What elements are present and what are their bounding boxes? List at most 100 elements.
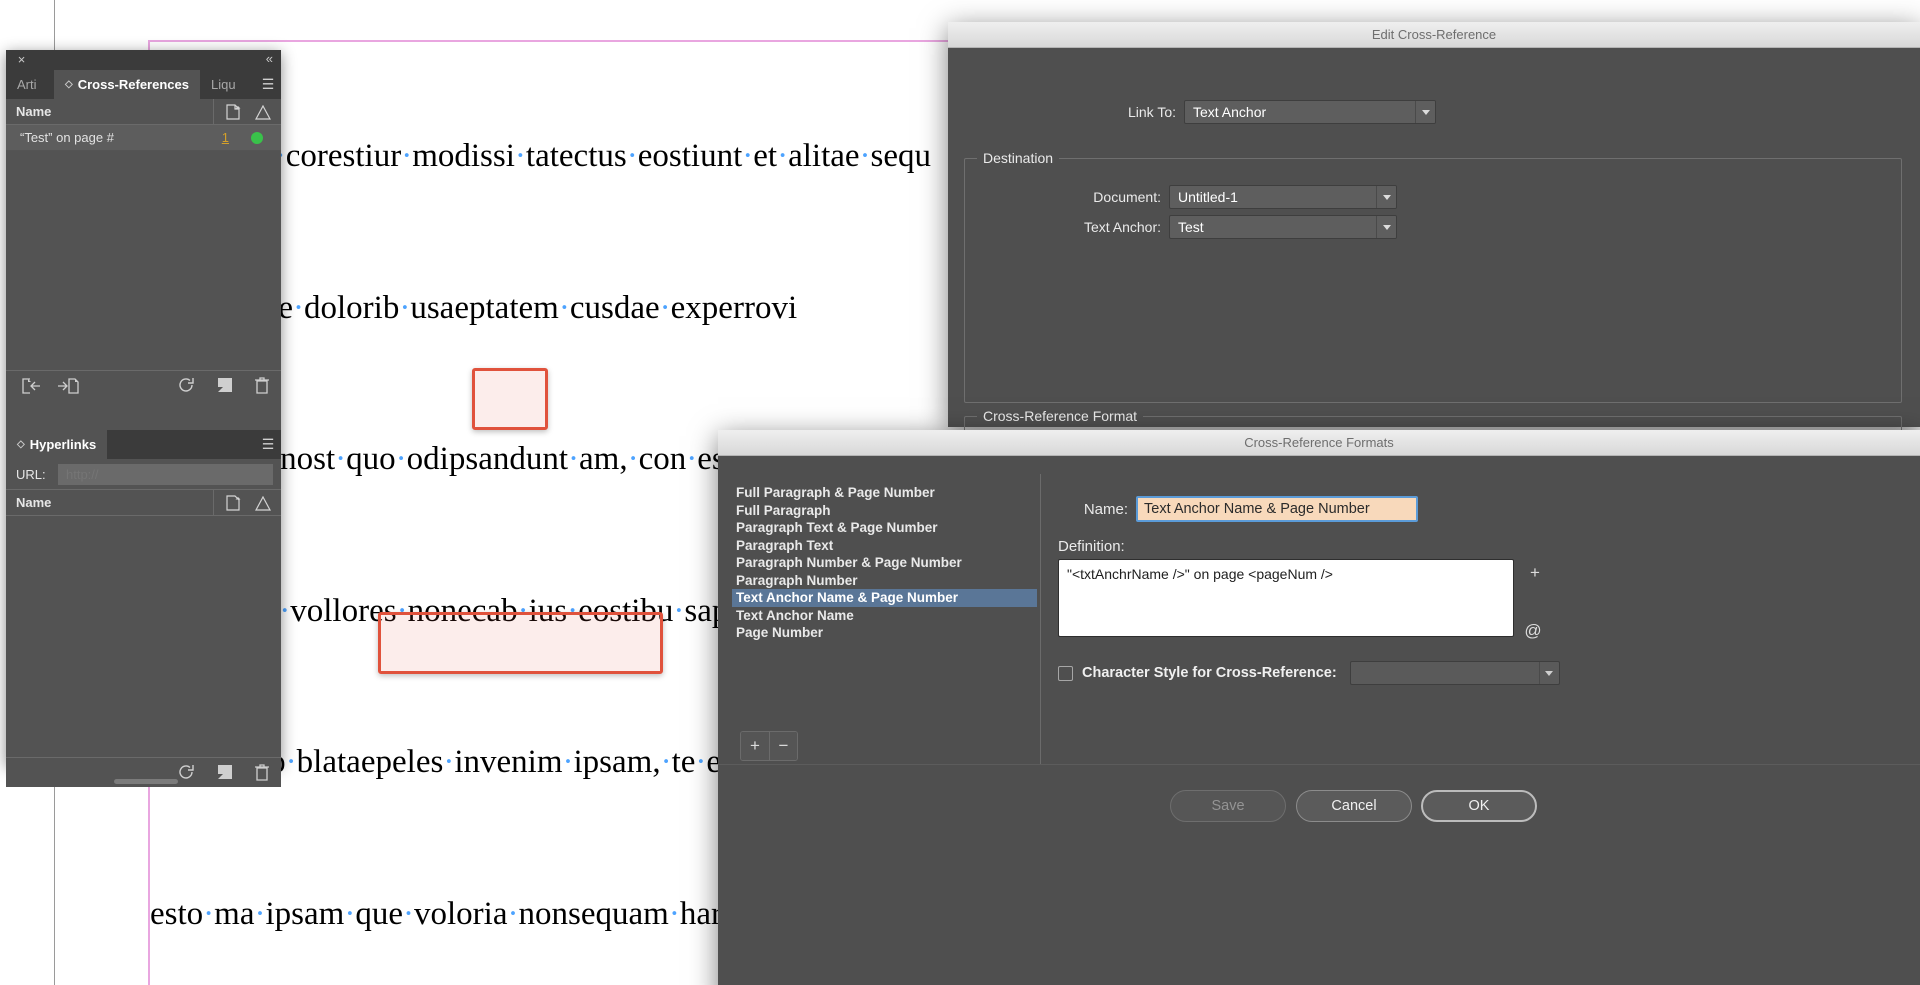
hyperlinks-footer-icons	[177, 764, 269, 781]
chevron-down-icon	[1415, 101, 1435, 123]
list-item[interactable]: Paragraph Text & Page Number	[732, 519, 1037, 537]
add-format-button[interactable]: +	[741, 732, 769, 760]
list-item-label: Text Anchor Name	[736, 607, 854, 623]
hyperlinks-panel[interactable]: ◇ Hyperlinks ☰ URL: Name	[6, 430, 281, 787]
name-label: Name:	[1083, 500, 1128, 518]
new-item-icon[interactable]	[217, 377, 233, 394]
new-hyperlink-icon[interactable]	[226, 495, 241, 511]
close-icon[interactable]: ×	[15, 53, 28, 66]
edit-cross-reference-dialog[interactable]: Edit Cross-Reference Link To: Text Ancho…	[948, 22, 1920, 496]
cross-references-panel[interactable]: × « Arti ◇ Cross-References Liqu ☰ Name	[6, 50, 281, 787]
save-button[interactable]: Save	[1170, 790, 1286, 822]
destination-legend: Destination	[977, 150, 1060, 166]
dialog-horizontal-divider	[718, 764, 1920, 765]
panel-titlebar: × «	[6, 50, 281, 70]
panel-scroll-handle[interactable]	[114, 779, 178, 784]
list-item-label: Paragraph Text & Page Number	[736, 520, 938, 536]
link-to-row: Link To: Text Anchor	[948, 100, 1878, 124]
insert-special-character-button[interactable]: +	[1524, 562, 1546, 584]
hyperlink-warning-icon[interactable]	[255, 495, 271, 511]
format-list-controls: + −	[740, 731, 798, 761]
status-badge	[251, 131, 263, 144]
panel-tab-row: Arti ◇ Cross-References Liqu ☰	[6, 70, 281, 99]
hyperlinks-url-row: URL:	[6, 459, 281, 490]
list-item-label: Paragraph Number	[736, 572, 858, 588]
cross-reference-formats-dialog[interactable]: Cross-Reference Formats Full Paragraph &…	[718, 430, 1920, 985]
list-item-label: Paragraph Number & Page Number	[736, 555, 962, 571]
document-select[interactable]: Untitled-1	[1169, 185, 1397, 209]
tab-liquid-layout[interactable]: Liqu	[200, 70, 247, 99]
tab-articles[interactable]: Arti	[6, 70, 54, 99]
character-style-select[interactable]	[1349, 661, 1560, 685]
tab-cross-references-label: Cross-References	[77, 77, 189, 92]
tab-cross-references[interactable]: ◇ Cross-References	[54, 70, 200, 99]
list-item-label: Page Number	[736, 625, 824, 641]
list-item[interactable]: Page Number	[732, 624, 1037, 642]
list-item-selected[interactable]: Text Anchor Name & Page Number	[732, 589, 1037, 607]
highlight-cross-reference-text	[378, 612, 663, 674]
text-anchor-select[interactable]: Test	[1169, 215, 1397, 239]
panel-column-header: Name	[6, 99, 281, 125]
ok-button[interactable]: OK	[1421, 790, 1537, 822]
tab-hyperlinks-label: Hyperlinks	[29, 437, 97, 452]
cross-reference-row[interactable]: “Test” on page # 1	[6, 125, 281, 151]
definition-textarea[interactable]: "<txtAnchrName />" on page <pageNum />	[1058, 559, 1514, 637]
diamond-icon: ◇	[17, 439, 25, 450]
chevron-down-icon	[1538, 662, 1559, 684]
cross-references-panel-footer	[6, 370, 281, 400]
document-value: Untitled-1	[1178, 189, 1238, 205]
hyperlinks-tab-row: ◇ Hyperlinks ☰	[6, 430, 281, 459]
tab-hyperlinks[interactable]: ◇ Hyperlinks	[6, 430, 108, 459]
insert-building-block-button[interactable]: @	[1522, 620, 1544, 642]
highlight-paragraph-mark	[472, 368, 548, 430]
url-input[interactable]	[58, 463, 273, 485]
delete-icon[interactable]	[255, 377, 269, 394]
list-item[interactable]: Full Paragraph & Page Number	[732, 484, 1037, 502]
collapse-panel-icon[interactable]: «	[266, 52, 273, 66]
list-item[interactable]: Paragraph Number	[732, 572, 1037, 590]
cancel-button[interactable]: Cancel	[1296, 790, 1412, 822]
list-item[interactable]: Full Paragraph	[732, 502, 1037, 520]
column-header-name: Name	[16, 104, 52, 119]
cross-reference-page-link[interactable]: 1	[222, 130, 229, 145]
name-input[interactable]: Text Anchor Name & Page Number	[1136, 496, 1418, 522]
cross-reference-formats-title: Cross-Reference Formats	[718, 430, 1920, 456]
text-anchor-value: Test	[1178, 219, 1204, 235]
go-to-source-icon[interactable]	[20, 377, 42, 394]
go-to-destination-icon[interactable]	[56, 377, 80, 394]
list-item-label: Paragraph Text	[736, 537, 834, 553]
hyperlinks-menu-icon[interactable]: ☰	[255, 430, 281, 459]
text-anchor-row: Text Anchor: Test	[965, 215, 1665, 239]
delete-hyperlink-icon[interactable]	[255, 764, 269, 781]
at-icon: @	[1524, 621, 1542, 640]
hyperlinks-header-icons	[213, 490, 277, 516]
panel-menu-icon[interactable]: ☰	[255, 70, 281, 99]
update-hyperlink-icon[interactable]	[177, 764, 195, 781]
list-item[interactable]: Paragraph Number & Page Number	[732, 554, 1037, 572]
update-cross-reference-icon[interactable]	[177, 377, 195, 394]
character-style-row: Character Style for Cross-Reference:	[1058, 661, 1560, 685]
document-row: Document: Untitled-1	[965, 185, 1665, 209]
link-to-value: Text Anchor	[1193, 104, 1267, 120]
formats-list[interactable]: Full Paragraph & Page Number Full Paragr…	[732, 484, 1037, 742]
diamond-icon: ◇	[65, 79, 73, 90]
edit-cross-reference-body: Link To: Text Anchor Destination Documen…	[948, 48, 1920, 496]
list-item[interactable]: Text Anchor Name	[732, 607, 1037, 625]
chevron-down-icon	[1376, 216, 1396, 238]
panel-header-icons	[213, 99, 277, 125]
remove-format-button[interactable]: −	[769, 732, 797, 760]
cross-references-list-body[interactable]	[6, 151, 281, 370]
tab-liquid-layout-label: Liqu	[210, 77, 236, 92]
panel-footer-right-icons	[177, 377, 269, 394]
character-style-checkbox[interactable]	[1058, 665, 1073, 681]
link-to-select[interactable]: Text Anchor	[1184, 100, 1436, 124]
url-label: URL:	[16, 466, 46, 482]
edit-cross-reference-title: Edit Cross-Reference	[948, 22, 1920, 48]
new-cross-reference-icon[interactable]	[226, 104, 241, 120]
list-item[interactable]: Paragraph Text	[732, 537, 1037, 555]
document-label: Document:	[1093, 189, 1161, 205]
new-hyperlink-item-icon[interactable]	[217, 764, 233, 781]
hyperlinks-list-body[interactable]	[6, 516, 281, 757]
out-of-date-warning-icon[interactable]	[255, 104, 271, 120]
cross-reference-formats-body: Full Paragraph & Page Number Full Paragr…	[718, 456, 1920, 985]
